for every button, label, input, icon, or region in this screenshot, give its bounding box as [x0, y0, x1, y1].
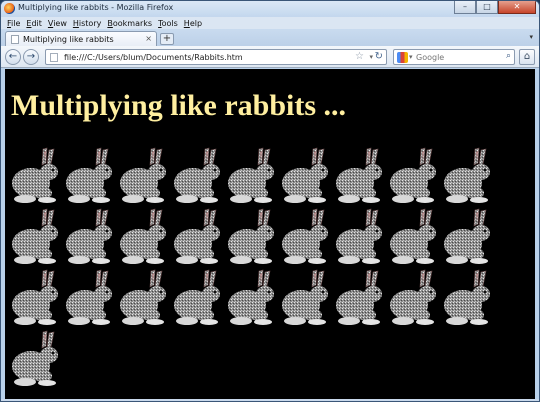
menu-edit[interactable]: Edit [26, 19, 42, 28]
search-icon[interactable]: ⌕ [506, 51, 511, 61]
rabbit-image [9, 147, 63, 205]
rabbit-image [279, 147, 333, 205]
menu-tools[interactable]: Tools [158, 19, 178, 28]
rabbit-image [9, 208, 63, 266]
url-bar[interactable]: file:///C:/Users/blum/Documents/Rabbits.… [45, 49, 387, 65]
rabbit-image [279, 269, 333, 327]
rabbit-image [387, 269, 441, 327]
tab-list-icon[interactable]: ▾ [529, 33, 533, 41]
rabbit-image [225, 208, 279, 266]
window-controls: – □ ✕ [454, 1, 536, 15]
rabbit-image [333, 147, 387, 205]
back-button[interactable]: ← [5, 49, 21, 65]
rabbit-image [441, 208, 495, 266]
browser-window: Multiplying like rabbits - Mozilla Firef… [0, 0, 540, 402]
rabbit-image [333, 208, 387, 266]
rabbit-image [441, 269, 495, 327]
search-bar[interactable]: ▾ ⌕ [393, 49, 515, 65]
rabbit-image [117, 208, 171, 266]
page-content: Multiplying like rabbits ... [5, 69, 535, 399]
rabbit-image [279, 208, 333, 266]
search-input[interactable] [416, 51, 500, 63]
maximize-button[interactable]: □ [476, 1, 498, 14]
rabbit-image [333, 269, 387, 327]
page-icon [11, 35, 19, 44]
bookmark-star-icon[interactable]: ☆ [355, 51, 364, 62]
tab-label: Multiplying like rabbits [23, 35, 114, 44]
rabbit-image [9, 269, 63, 327]
menu-file[interactable]: File [7, 19, 20, 28]
rabbit-image [117, 147, 171, 205]
rabbit-image [225, 269, 279, 327]
rabbit-image [441, 147, 495, 205]
rabbit-image [63, 147, 117, 205]
rabbit-image [117, 269, 171, 327]
rabbit-image [225, 147, 279, 205]
title-bar[interactable]: Multiplying like rabbits - Mozilla Firef… [1, 1, 539, 17]
rabbit-image [171, 147, 225, 205]
tab-bar: Multiplying like rabbits × + ▾ [1, 29, 539, 46]
new-tab-button[interactable]: + [160, 33, 174, 45]
rabbit-image [9, 330, 63, 388]
rabbit-image [63, 208, 117, 266]
page-icon [50, 53, 58, 62]
menu-help[interactable]: Help [184, 19, 202, 28]
url-text[interactable]: file:///C:/Users/blum/Documents/Rabbits.… [64, 53, 243, 62]
reload-icon[interactable]: ↻ [375, 51, 383, 62]
rabbit-image [387, 208, 441, 266]
forward-button[interactable]: → [23, 49, 39, 65]
rabbit-image [171, 269, 225, 327]
navigation-toolbar: ← → file:///C:/Users/blum/Documents/Rabb… [1, 46, 539, 68]
google-icon[interactable] [397, 52, 408, 63]
tab-close-icon[interactable]: × [145, 34, 152, 43]
close-button[interactable]: ✕ [498, 1, 536, 14]
rabbit-image [171, 208, 225, 266]
page-heading: Multiplying like rabbits ... [11, 89, 347, 122]
search-engine-dropdown-icon[interactable]: ▾ [409, 53, 413, 61]
menu-view[interactable]: View [48, 19, 67, 28]
firefox-icon [4, 3, 15, 14]
menu-bar: File Edit View History Bookmarks Tools H… [1, 17, 539, 29]
tab-rabbits[interactable]: Multiplying like rabbits × [5, 31, 157, 46]
menu-history[interactable]: History [73, 19, 101, 28]
minimize-button[interactable]: – [454, 1, 476, 14]
url-dropdown-icon[interactable]: ▾ [369, 53, 373, 61]
home-button[interactable]: ⌂ [519, 49, 535, 65]
window-title: Multiplying like rabbits - Mozilla Firef… [18, 3, 174, 12]
rabbit-image [63, 269, 117, 327]
menu-bookmarks[interactable]: Bookmarks [107, 19, 152, 28]
rabbit-image [387, 147, 441, 205]
